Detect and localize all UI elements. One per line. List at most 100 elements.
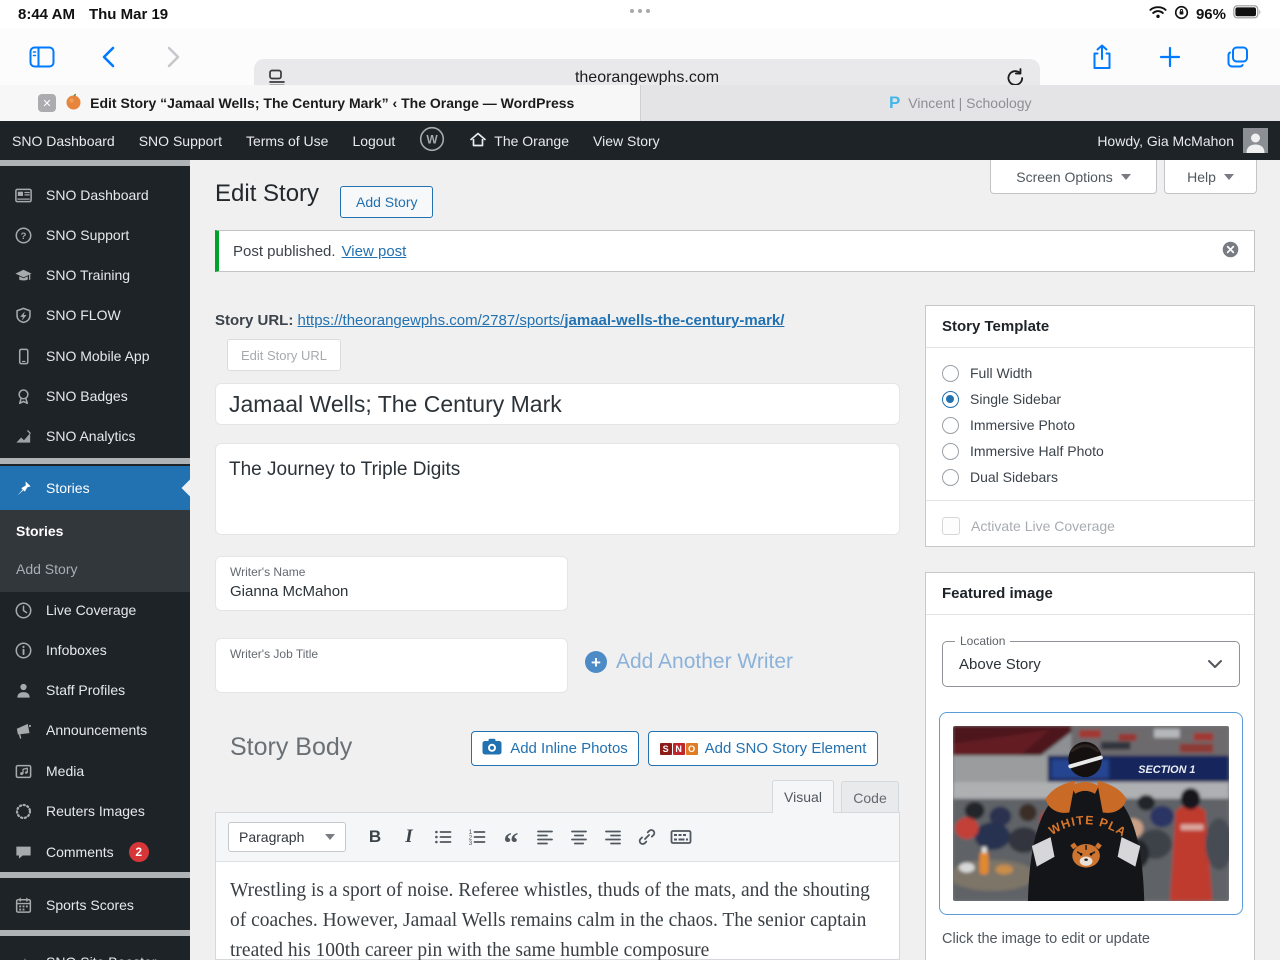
multitasking-indicator-icon[interactable] xyxy=(630,9,650,13)
adminbar-site-link[interactable]: The Orange xyxy=(469,131,569,151)
writer-name-field[interactable]: Writer's Name Gianna McMahon xyxy=(215,556,568,611)
radio-icon[interactable] xyxy=(942,468,959,486)
writer-job-title-field[interactable]: Writer's Job Title xyxy=(215,638,568,693)
sidebar-item-reuters-images[interactable]: Reuters Images xyxy=(0,791,190,831)
notice-text: Post published. xyxy=(233,242,336,260)
add-sno-story-element-button[interactable]: SNO Add SNO Story Element xyxy=(648,731,878,766)
close-tab-icon[interactable]: ✕ xyxy=(38,94,56,112)
radio-icon[interactable] xyxy=(942,442,959,460)
submenu-stories[interactable]: Stories xyxy=(0,512,190,550)
sidebar-item-comments[interactable]: Comments 2 xyxy=(0,832,190,872)
radio-dual-sidebars[interactable]: Dual Sidebars xyxy=(942,464,1238,490)
toolbar-toggle-button[interactable] xyxy=(666,822,696,852)
radio-selected-icon[interactable] xyxy=(942,390,959,408)
sno-logo-icon: SNO xyxy=(659,742,698,755)
sidebar-item-infoboxes[interactable]: Infoboxes xyxy=(0,630,190,670)
avatar[interactable] xyxy=(1243,128,1268,153)
adminbar-sno-dashboard[interactable]: SNO Dashboard xyxy=(12,133,115,149)
location-select[interactable]: Location Above Story xyxy=(942,634,1240,687)
status-date: Thu Mar 19 xyxy=(88,5,169,23)
forward-button[interactable] xyxy=(158,41,190,73)
sidebar-item-sno-mobile-app[interactable]: SNO Mobile App xyxy=(0,336,190,376)
story-body-text[interactable]: Wrestling is a sport of noise. Referee w… xyxy=(216,862,899,960)
tabs-overview-icon[interactable] xyxy=(1222,41,1254,73)
sidebar-item-media[interactable]: Media xyxy=(0,751,190,791)
paragraph-format-select[interactable]: Paragraph xyxy=(228,822,346,852)
radio-immersive-half-photo[interactable]: Immersive Half Photo xyxy=(942,438,1238,464)
svg-text:?: ? xyxy=(21,230,27,241)
checkbox-icon[interactable] xyxy=(942,516,960,535)
writer-name-label: Writer's Name xyxy=(230,565,306,579)
sidebar-item-live-coverage[interactable]: Live Coverage xyxy=(0,590,190,630)
wp-content-area: Screen Options Help Edit Story Add Story… xyxy=(190,160,1280,960)
align-center-button[interactable] xyxy=(564,822,594,852)
bullet-list-button[interactable] xyxy=(428,822,458,852)
wp-sidebar-menu: SNO Dashboard ? SNO Support SNO Training… xyxy=(0,160,190,960)
ipad-screen: 8:44 AM Thu Mar 19 96% theorangewphs.com xyxy=(0,0,1280,960)
story-url-link[interactable]: https://theorangewphs.com/2787/sports/ja… xyxy=(298,312,785,329)
radio-single-sidebar[interactable]: Single Sidebar xyxy=(942,386,1238,412)
numbered-list-button[interactable]: 123 xyxy=(462,822,492,852)
tab-schoology[interactable]: P Vincent | Schoology xyxy=(641,85,1280,121)
story-template-panel: Story Template Full Width Single Sidebar… xyxy=(925,305,1255,547)
sidebar-item-staff-profiles[interactable]: Staff Profiles xyxy=(0,670,190,710)
sidebar-item-stories[interactable]: Stories xyxy=(0,466,190,510)
adminbar-terms-of-use[interactable]: Terms of Use xyxy=(246,133,328,149)
chevron-down-icon xyxy=(1223,173,1234,180)
sidebar-item-sno-training[interactable]: SNO Training xyxy=(0,255,190,295)
tab-wordpress-edit-story[interactable]: ✕ Edit Story “Jamaal Wells; The Century … xyxy=(0,85,641,121)
sidebar-toggle-icon[interactable] xyxy=(26,41,58,73)
italic-button[interactable]: I xyxy=(394,822,424,852)
sidebar-item-sports-scores[interactable]: Sports Scores xyxy=(0,885,190,925)
tab-code[interactable]: Code xyxy=(841,781,899,813)
help-button[interactable]: Help xyxy=(1164,160,1257,194)
wordpress-logo-icon[interactable]: W xyxy=(419,126,445,155)
status-right: 96% xyxy=(1149,5,1262,24)
sidebar-item-sno-analytics[interactable]: SNO Analytics xyxy=(0,416,190,456)
bold-button[interactable]: B xyxy=(360,822,390,852)
add-inline-photos-button[interactable]: Add Inline Photos xyxy=(471,731,639,766)
view-post-link[interactable]: View post xyxy=(342,243,407,260)
tab-visual[interactable]: Visual xyxy=(772,780,834,813)
orange-favicon xyxy=(65,93,82,113)
activate-live-coverage-row: Activate Live Coverage xyxy=(926,500,1254,550)
back-button[interactable] xyxy=(92,41,124,73)
radio-immersive-photo[interactable]: Immersive Photo xyxy=(942,412,1238,438)
sidebar-item-sno-dashboard[interactable]: SNO Dashboard xyxy=(0,175,190,215)
story-title-input[interactable]: Jamaal Wells; The Century Mark xyxy=(215,383,900,425)
clock-time: 8:44 AM xyxy=(18,5,75,23)
align-left-button[interactable] xyxy=(530,822,560,852)
share-icon[interactable] xyxy=(1086,41,1118,73)
sidebar-item-announcements[interactable]: Announcements xyxy=(0,710,190,750)
adminbar-sno-support[interactable]: SNO Support xyxy=(139,133,222,149)
add-story-button[interactable]: Add Story xyxy=(340,186,434,218)
blockquote-button[interactable]: “ xyxy=(496,815,526,859)
story-body-editor: Paragraph B I 123 “ Wrestling is a sport… xyxy=(215,812,900,960)
align-right-button[interactable] xyxy=(598,822,628,852)
link-button[interactable] xyxy=(632,822,662,852)
adminbar-logout[interactable]: Logout xyxy=(352,133,395,149)
story-url-label: Story URL: xyxy=(215,312,294,329)
sidebar-item-sno-support[interactable]: ? SNO Support xyxy=(0,215,190,255)
edit-story-url-button[interactable]: Edit Story URL xyxy=(227,339,341,371)
story-subtitle-input[interactable]: The Journey to Triple Digits xyxy=(215,443,900,535)
new-tab-icon[interactable] xyxy=(1154,41,1186,73)
adminbar-view-story[interactable]: View Story xyxy=(593,133,660,149)
sidebar-item-sno-flow[interactable]: SNO FLOW xyxy=(0,295,190,335)
location-label: Location xyxy=(955,634,1011,648)
radio-icon[interactable] xyxy=(942,416,959,434)
screen-options-button[interactable]: Screen Options xyxy=(990,160,1157,194)
sidebar-item-sno-badges[interactable]: SNO Badges xyxy=(0,376,190,416)
add-another-writer-button[interactable]: + Add Another Writer xyxy=(585,650,793,674)
dismiss-notice-icon[interactable] xyxy=(1221,240,1240,263)
submenu-add-story[interactable]: Add Story xyxy=(0,550,190,588)
radio-full-width[interactable]: Full Width xyxy=(942,360,1238,386)
reuters-dotted-circle-icon xyxy=(15,803,32,819)
radio-icon[interactable] xyxy=(942,364,959,382)
tab-title: Edit Story “Jamaal Wells; The Century Ma… xyxy=(90,95,575,111)
howdy-greeting[interactable]: Howdy, Gia McMahon xyxy=(1097,133,1234,149)
featured-image-thumbnail[interactable]: SECTION 1 WHITE PLAINS xyxy=(939,712,1243,915)
sidebar-item-sno-site-booster[interactable]: SNO Site Booster xyxy=(0,942,190,960)
chevron-down-icon xyxy=(1120,173,1131,180)
media-icon xyxy=(15,764,32,778)
